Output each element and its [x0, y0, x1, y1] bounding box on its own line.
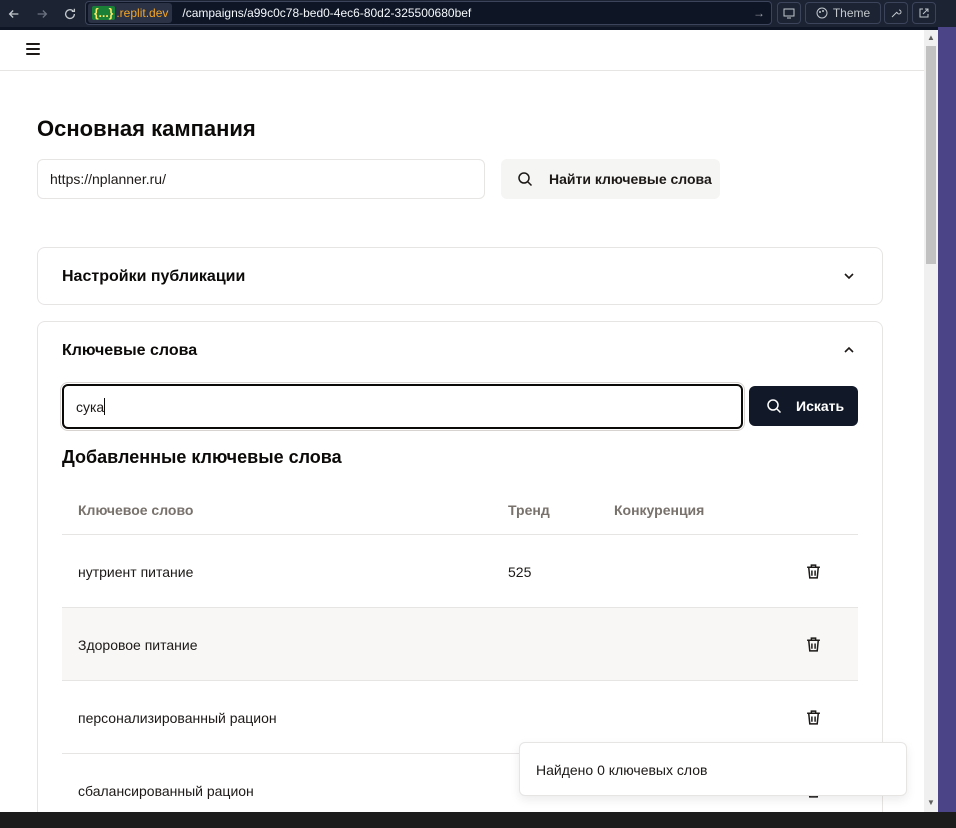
scroll-down-icon[interactable]: ▼ [926, 798, 936, 807]
trash-icon[interactable] [805, 563, 822, 580]
open-new-tab-button[interactable] [912, 2, 936, 24]
keyword-cell: персонализированный рацион [78, 710, 277, 726]
url-host: {...} .replit.dev [88, 3, 173, 23]
chevron-up-icon[interactable] [842, 343, 856, 357]
page-scrollbar[interactable]: ▲ ▼ [924, 30, 938, 812]
search-icon [518, 172, 533, 187]
devtools-button[interactable] [777, 2, 801, 24]
tools-button[interactable] [884, 2, 908, 24]
wrench-icon [891, 9, 902, 18]
table-row: нутриент питание 525 [62, 535, 858, 608]
monitor-icon [783, 8, 795, 19]
chevron-down-icon[interactable] [842, 269, 856, 283]
theme-button[interactable]: Theme [805, 2, 881, 24]
keyword-search-input[interactable] [62, 384, 743, 429]
scrollbar-thumb[interactable] [926, 46, 936, 264]
palette-icon [816, 7, 828, 19]
back-icon[interactable] [0, 0, 28, 27]
window-frame-bottom [0, 812, 956, 828]
site-url-input[interactable] [37, 159, 485, 199]
window-frame-right [938, 27, 956, 828]
go-arrow-icon[interactable]: → [753, 6, 765, 20]
search-button-label: Искать [796, 398, 845, 414]
keyword-cell: Здоровое питание [78, 637, 198, 653]
trash-icon[interactable] [805, 636, 822, 653]
find-keywords-label: Найти ключевые слова [549, 171, 712, 187]
added-keywords-title: Добавленные ключевые слова [62, 447, 342, 467]
keyword-cell: нутриент питание [78, 564, 194, 580]
page-title: Основная кампания [37, 116, 256, 141]
app-header [0, 30, 924, 71]
hamburger-menu-icon[interactable] [26, 43, 40, 57]
trash-icon[interactable] [805, 709, 822, 726]
table-row: Здоровое питание [62, 608, 858, 681]
trend-cell: 525 [508, 564, 532, 580]
column-competition: Конкуренция [614, 502, 705, 518]
browser-toolbar: {...} .replit.dev /campaigns/a99c0c78-be… [0, 0, 956, 27]
keywords-title: Ключевые слова [62, 342, 198, 359]
toast-message: Найдено 0 ключевых слов [536, 762, 708, 778]
search-icon [767, 399, 782, 414]
column-trend: Тренд [508, 502, 550, 518]
publication-settings-title: Настройки публикации [62, 268, 246, 285]
url-path: /campaigns/a99c0c78-bed0-4ec6-80d2-32550… [182, 6, 472, 20]
toast-notification: Найдено 0 ключевых слов [519, 742, 907, 796]
scroll-up-icon[interactable]: ▲ [926, 33, 936, 42]
table-header: Ключевое слово Тренд Конкуренция [62, 482, 858, 535]
page-viewport: Основная кампания Найти ключевые слова Н… [0, 30, 938, 812]
forward-icon[interactable] [28, 0, 56, 27]
theme-label: Theme [832, 6, 871, 20]
address-bar[interactable]: {...} .replit.dev /campaigns/a99c0c78-be… [85, 1, 772, 25]
keyword-cell: сбалансированный рацион [78, 783, 254, 799]
search-button[interactable]: Искать [749, 386, 858, 426]
external-link-icon [919, 8, 929, 18]
find-keywords-button[interactable]: Найти ключевые слова [501, 159, 720, 199]
reload-icon[interactable] [56, 0, 84, 27]
publication-settings-card[interactable]: Настройки публикации [37, 247, 883, 305]
keywords-card: Ключевые слова Искать Добавленные ключев… [37, 321, 883, 812]
dev-badge: {...} [92, 6, 116, 20]
text-caret [104, 398, 105, 415]
column-keyword: Ключевое слово [78, 502, 194, 518]
url-host-text: .replit.dev [116, 6, 169, 20]
